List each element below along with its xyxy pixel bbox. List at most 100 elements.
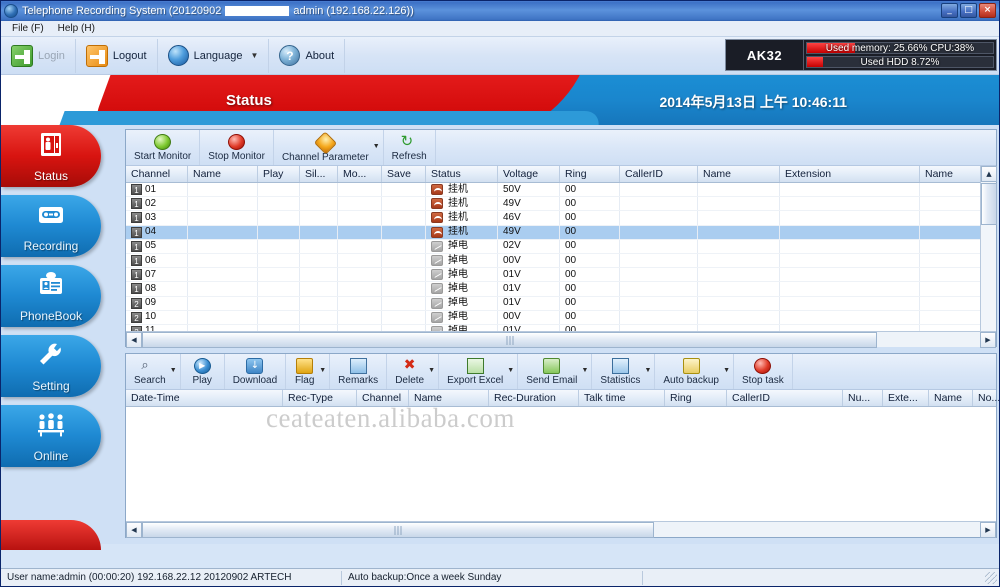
sidebar-item-setting[interactable]: Setting	[1, 335, 101, 397]
column-header[interactable]: Name	[698, 166, 780, 182]
chevron-down-icon[interactable]: ▼	[428, 367, 435, 374]
table-row[interactable]: 101挂机50V00	[126, 183, 996, 197]
stop-monitor-button[interactable]: Stop Monitor	[200, 130, 274, 165]
export-excel-button[interactable]: Export Excel▼	[439, 354, 518, 389]
sidebar-item-recording[interactable]: Recording	[1, 195, 101, 257]
column-header[interactable]: Sil...	[300, 166, 338, 182]
records-grid-body[interactable]	[126, 407, 996, 519]
chevron-down-icon[interactable]: ▼	[373, 143, 380, 150]
column-header[interactable]: Talk time	[579, 390, 665, 406]
channel-grid-horizontal-scrollbar[interactable]: ◀ ▶	[126, 331, 996, 347]
sidebar-item-phonebook[interactable]: PhoneBook	[1, 265, 101, 327]
column-header[interactable]: Nu...	[843, 390, 883, 406]
column-header[interactable]: Status	[426, 166, 498, 182]
chevron-down-icon[interactable]: ▼	[581, 367, 588, 374]
column-header[interactable]: Rec-Duration	[489, 390, 579, 406]
stop-task-button[interactable]: Stop task	[734, 354, 793, 389]
maximize-button[interactable]: □	[960, 3, 977, 18]
refresh-button[interactable]: ↻ Refresh	[384, 130, 436, 165]
menu-bar: File (F) Help (H)	[1, 21, 999, 37]
close-button[interactable]: ×	[979, 3, 996, 18]
channel-grid-header: ChannelNamePlaySil...Mo...SaveStatusVolt…	[126, 166, 996, 183]
column-header[interactable]: Rec-Type	[283, 390, 357, 406]
column-header[interactable]: CallerID	[727, 390, 843, 406]
start-monitor-button[interactable]: Start Monitor	[126, 130, 200, 165]
table-row[interactable]: 102挂机49V00	[126, 197, 996, 211]
scroll-left-arrow[interactable]: ◀	[126, 522, 142, 538]
table-row[interactable]: 108掉电01V00	[126, 282, 996, 296]
cell-channel: 106	[126, 254, 188, 267]
chevron-down-icon[interactable]: ▼	[319, 367, 326, 374]
table-row[interactable]: 106掉电00V00	[126, 254, 996, 268]
send-email-button[interactable]: Send Email▼	[518, 354, 592, 389]
table-row[interactable]: 103挂机46V00	[126, 211, 996, 225]
logout-button[interactable]: Logout	[76, 39, 158, 73]
vertical-scroll-thumb[interactable]	[981, 183, 997, 225]
sidebar-nav: Status Recording	[1, 125, 121, 544]
menu-item-file[interactable]: File (F)	[5, 21, 51, 36]
scroll-thumb-grip	[509, 336, 510, 345]
play-button[interactable]: ▶Play	[181, 354, 225, 389]
column-header[interactable]: Ring	[560, 166, 620, 182]
column-header[interactable]: Voltage	[498, 166, 560, 182]
cell-status: 掉电	[426, 297, 498, 310]
channel-number: 03	[145, 211, 156, 224]
chevron-down-icon[interactable]: ▼	[507, 367, 514, 374]
channel-parameter-button[interactable]: Channel Parameter ▼	[274, 130, 384, 165]
chevron-down-icon[interactable]: ▼	[723, 367, 730, 374]
menu-item-help[interactable]: Help (H)	[51, 21, 102, 36]
horizontal-scroll-thumb[interactable]	[142, 332, 877, 348]
column-header[interactable]: Play	[258, 166, 300, 182]
login-button[interactable]: Login	[1, 39, 76, 73]
cell-callerid	[620, 197, 698, 210]
auto-backup-button[interactable]: Auto backup▼	[655, 354, 734, 389]
column-header[interactable]: Ring	[665, 390, 727, 406]
table-row[interactable]: 209掉电01V00	[126, 297, 996, 311]
minimize-button[interactable]: _	[941, 3, 958, 18]
horizontal-scroll-track[interactable]	[142, 332, 980, 348]
table-row[interactable]: 107掉电01V00	[126, 268, 996, 282]
horizontal-scroll-thumb[interactable]	[142, 522, 654, 538]
sidebar-item-status[interactable]: Status	[1, 125, 101, 187]
channel-number: 06	[145, 254, 156, 267]
channel-grid-body[interactable]: 101挂机50V00102挂机49V00103挂机46V00104挂机49V00…	[126, 183, 996, 331]
column-header[interactable]: Save	[382, 166, 426, 182]
table-row[interactable]: 105掉电02V00	[126, 240, 996, 254]
download-button[interactable]: ↓Download	[225, 354, 286, 389]
table-row[interactable]: 104挂机49V00	[126, 226, 996, 240]
remarks-button[interactable]: Remarks	[330, 354, 387, 389]
scroll-right-arrow[interactable]: ▶	[980, 522, 996, 538]
column-header[interactable]: Mo...	[338, 166, 382, 182]
horizontal-scroll-track[interactable]	[142, 522, 980, 538]
delete-button[interactable]: ✖Delete▼	[387, 354, 439, 389]
column-header[interactable]: Name	[409, 390, 489, 406]
records-horizontal-scrollbar[interactable]: ◀ ▶	[126, 521, 996, 537]
column-header[interactable]: Name	[188, 166, 258, 182]
column-header[interactable]: CallerID	[620, 166, 698, 182]
column-header[interactable]: No...	[973, 390, 1000, 406]
resize-grip-icon[interactable]	[985, 572, 997, 584]
about-button[interactable]: ? About	[269, 39, 345, 73]
sidebar-item-online[interactable]: Online	[1, 405, 101, 467]
table-row[interactable]: 210掉电00V00	[126, 311, 996, 325]
column-header[interactable]: Channel	[126, 166, 188, 182]
flag-button[interactable]: Flag▼	[286, 354, 330, 389]
language-button[interactable]: Language ▼	[158, 39, 270, 73]
statistics-button[interactable]: Statistics▼	[592, 354, 655, 389]
column-header[interactable]: Exte...	[883, 390, 929, 406]
column-header[interactable]: Channel	[357, 390, 409, 406]
column-header[interactable]: Name	[929, 390, 973, 406]
column-header[interactable]: Date-Time	[126, 390, 283, 406]
chevron-down-icon[interactable]: ▼	[170, 367, 177, 374]
cell-sil	[300, 211, 338, 224]
chevron-down-icon[interactable]: ▼	[251, 51, 259, 60]
scroll-left-arrow[interactable]: ◀	[126, 332, 142, 348]
cell-name	[188, 183, 258, 196]
scroll-right-arrow[interactable]: ▶	[980, 332, 996, 348]
column-header[interactable]: Extension	[780, 166, 920, 182]
search-button[interactable]: ⌕Search▼	[126, 354, 181, 389]
channel-grid-vertical-scrollbar[interactable]: ▲	[980, 166, 996, 331]
scroll-up-arrow[interactable]: ▲	[981, 166, 997, 182]
green-light-icon	[154, 134, 171, 150]
chevron-down-icon[interactable]: ▼	[644, 367, 651, 374]
